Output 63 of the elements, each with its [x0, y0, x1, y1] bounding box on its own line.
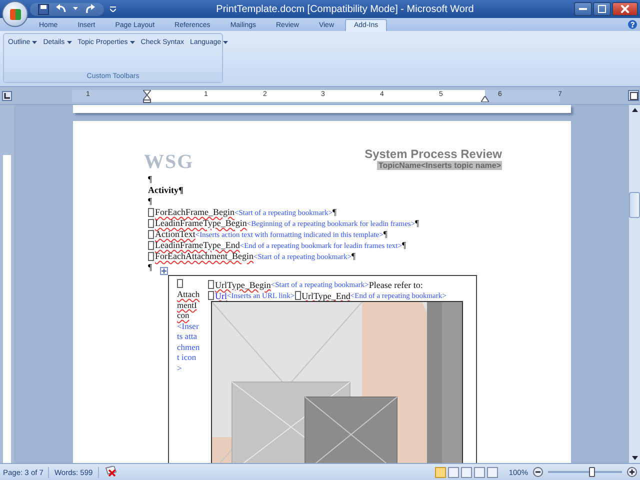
- table-move-handle-icon[interactable]: [160, 267, 168, 275]
- window-title: PrintTemplate.docm [Compatibility Mode] - Microsoft Word: [215, 4, 475, 14]
- close-icon: [621, 5, 629, 13]
- redo-icon[interactable]: [84, 4, 96, 14]
- paragraph-mark: ¶: [148, 174, 152, 185]
- office-button[interactable]: [2, 1, 28, 27]
- link-field: Url: [215, 290, 227, 300]
- proofing-icon[interactable]: [104, 466, 118, 478]
- zoom-out-icon[interactable]: [533, 467, 543, 477]
- tab-stop-selector[interactable]: [2, 90, 12, 100]
- caret-icon[interactable]: [73, 7, 78, 11]
- scrollbar-thumb[interactable]: [629, 192, 640, 218]
- bookmark-name: ForEachFrame_Begin: [155, 207, 234, 218]
- paragraph-mark: ¶: [332, 207, 337, 218]
- body-text: Please refer to:: [368, 280, 423, 290]
- topic-field: TopicName<Inserts topic name>: [377, 161, 502, 170]
- scroll-up-icon[interactable]: [632, 108, 638, 112]
- view-ruler-button[interactable]: [628, 90, 639, 101]
- save-icon[interactable]: [38, 4, 49, 14]
- web-layout-icon[interactable]: [460, 466, 472, 478]
- bookmark-name: ForEachAttachment_Begin: [155, 251, 254, 262]
- help-icon[interactable]: [628, 20, 637, 29]
- bookmark-name: LeadinFrameType_Begin: [155, 218, 247, 229]
- maximize-button[interactable]: [593, 2, 611, 16]
- maximize-icon: [598, 5, 606, 13]
- paragraph-mark: ¶: [415, 218, 420, 229]
- bookmark-name: LeadinFrameType_End: [155, 240, 240, 251]
- close-button[interactable]: [612, 2, 638, 16]
- undo-icon[interactable]: [55, 4, 67, 14]
- reading-layout-icon[interactable]: [448, 466, 459, 478]
- customize-icon[interactable]: [110, 6, 116, 12]
- bookmark-marker-icon: [177, 279, 183, 288]
- paragraph-mark: ¶: [402, 240, 406, 251]
- paragraph-mark: ¶: [352, 251, 356, 262]
- minimize-icon: [579, 8, 587, 10]
- bookmark-marker-icon: [148, 230, 154, 239]
- bookmark-marker-icon: [148, 208, 154, 217]
- indent-marker-icon[interactable]: [143, 90, 151, 102]
- bookmark-name: UrlType_End: [302, 290, 350, 300]
- bookmark-marker-icon: [294, 291, 301, 300]
- right-indent-marker-icon[interactable]: [481, 96, 489, 102]
- minimize-button[interactable]: [574, 2, 592, 16]
- bookmark-marker-icon: [148, 252, 154, 261]
- outline-view-icon[interactable]: [474, 466, 485, 478]
- bookmark-marker-icon: [148, 241, 154, 250]
- zoom-in-icon[interactable]: [627, 467, 637, 477]
- scroll-down-icon[interactable]: [632, 456, 638, 460]
- bookmark-marker-icon: [208, 280, 214, 289]
- bookmark-hint: <Inserts attachment icon>: [177, 320, 200, 373]
- draft-view-icon[interactable]: [486, 466, 498, 478]
- section-title: Activity¶: [148, 185, 184, 196]
- bookmark-name: ActionText: [155, 229, 196, 240]
- paragraph-mark: ¶: [148, 196, 152, 207]
- logo-text: WSG: [144, 151, 194, 174]
- bookmark-name: AttachmentIcon: [177, 289, 200, 320]
- vertical-scrollbar[interactable]: [628, 105, 640, 463]
- bookmark-name: UrlType_Begin: [215, 280, 271, 290]
- bookmark-marker-icon: [208, 291, 214, 300]
- bookmark-marker-icon: [148, 219, 154, 228]
- paragraph-mark: ¶: [383, 229, 388, 240]
- paragraph-mark: ¶: [148, 262, 152, 273]
- document-heading: System Process Review: [364, 147, 502, 161]
- zoom-slider-thumb[interactable]: [589, 467, 596, 477]
